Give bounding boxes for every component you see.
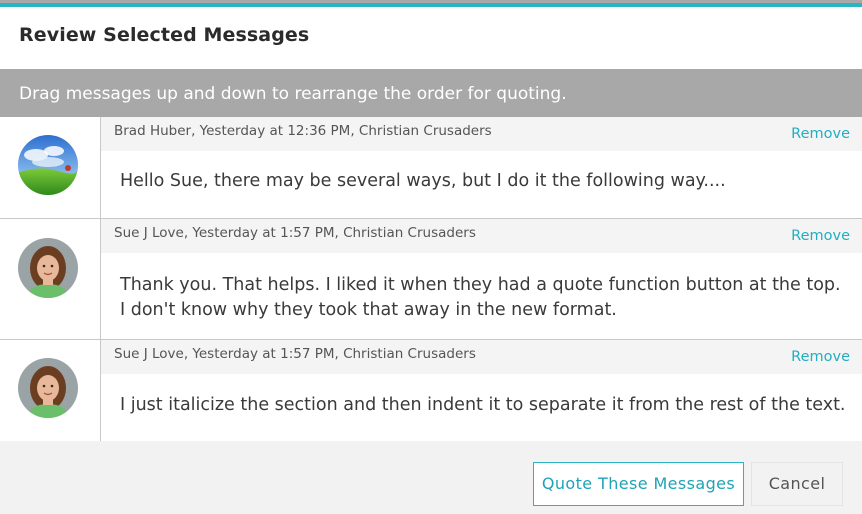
message-meta: Sue J Love, Yesterday at 1:57 PM, Christ… [114,225,476,241]
woman-avatar-icon [18,238,78,298]
quote-messages-button[interactable]: Quote These Messages [533,462,744,506]
message-item[interactable]: Sue J Love, Yesterday at 1:57 PM, Christ… [0,219,862,340]
avatar-column [0,219,101,339]
review-messages-dialog: Review Selected Messages Drag messages u… [0,0,862,514]
message-body: Thank you. That helps. I liked it when t… [120,273,846,323]
avatar [18,238,78,298]
woman-avatar-icon [18,358,78,418]
message-line: Thank you. That helps. I liked it when t… [120,275,841,295]
message-body: Hello Sue, there may be several ways, bu… [120,169,846,194]
message-meta-row: Brad Huber, Yesterday at 12:36 PM, Chris… [101,117,862,151]
message-line: Hello Sue, there may be several ways, bu… [120,171,726,191]
remove-link[interactable]: Remove [791,228,850,244]
message-meta: Sue J Love, Yesterday at 1:57 PM, Christ… [114,346,476,362]
message-line: I don't know why they took that away in … [120,300,617,320]
avatar-column [0,340,101,441]
message-item[interactable]: Sue J Love, Yesterday at 1:57 PM, Christ… [0,340,862,442]
remove-link[interactable]: Remove [791,349,850,365]
message-list: Brad Huber, Yesterday at 12:36 PM, Chris… [0,117,862,442]
message-item[interactable]: Brad Huber, Yesterday at 12:36 PM, Chris… [0,117,862,219]
message-meta: Brad Huber, Yesterday at 12:36 PM, Chris… [114,123,492,139]
top-accent-bar [0,3,862,7]
message-meta-row: Sue J Love, Yesterday at 1:57 PM, Christ… [101,219,862,253]
message-line: I just italicize the section and then in… [120,395,846,415]
message-body: I just italicize the section and then in… [120,393,846,418]
cancel-button[interactable]: Cancel [751,462,843,506]
message-meta-row: Sue J Love, Yesterday at 1:57 PM, Christ… [101,340,862,374]
remove-link[interactable]: Remove [791,126,850,142]
avatar [18,358,78,418]
avatar-column [0,117,101,218]
drag-hint-bar: Drag messages up and down to rearrange t… [0,69,862,117]
dialog-footer: Quote These Messages Cancel [0,441,862,514]
landscape-avatar-icon [18,135,78,195]
avatar [18,135,78,195]
dialog-title: Review Selected Messages [19,24,310,46]
